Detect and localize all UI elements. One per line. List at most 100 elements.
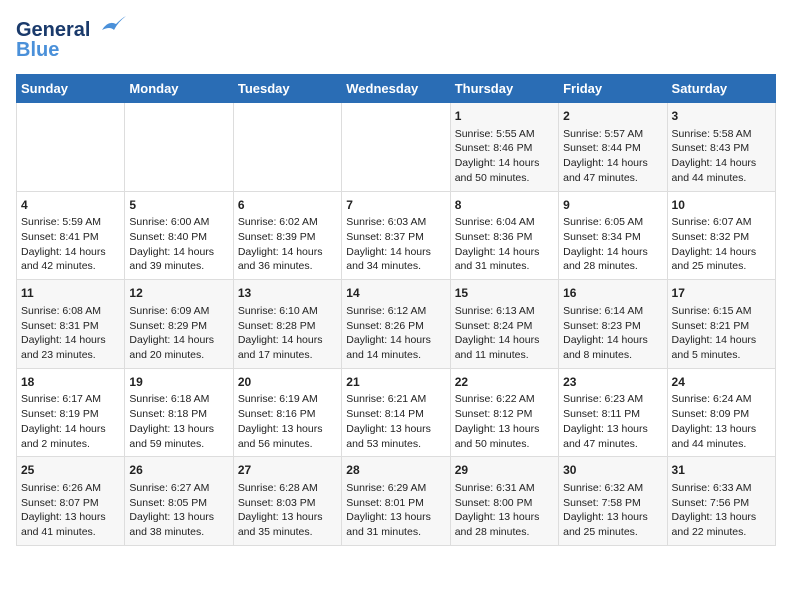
calendar-week-row: 11Sunrise: 6:08 AMSunset: 8:31 PMDayligh… xyxy=(17,280,776,369)
calendar-cell: 16Sunrise: 6:14 AMSunset: 8:23 PMDayligh… xyxy=(559,280,667,369)
day-info-line: Sunset: 8:05 PM xyxy=(129,496,228,511)
calendar-cell: 8Sunrise: 6:04 AMSunset: 8:36 PMDaylight… xyxy=(450,191,558,280)
day-number: 15 xyxy=(455,285,554,302)
day-info-line: Daylight: 14 hours and 34 minutes. xyxy=(346,245,445,274)
calendar-cell: 20Sunrise: 6:19 AMSunset: 8:16 PMDayligh… xyxy=(233,368,341,457)
calendar-cell: 12Sunrise: 6:09 AMSunset: 8:29 PMDayligh… xyxy=(125,280,233,369)
day-number: 28 xyxy=(346,462,445,479)
day-number: 18 xyxy=(21,374,120,391)
day-number: 12 xyxy=(129,285,228,302)
calendar-cell: 7Sunrise: 6:03 AMSunset: 8:37 PMDaylight… xyxy=(342,191,450,280)
day-number: 30 xyxy=(563,462,662,479)
day-info-line: Daylight: 13 hours and 38 minutes. xyxy=(129,510,228,539)
calendar-cell: 13Sunrise: 6:10 AMSunset: 8:28 PMDayligh… xyxy=(233,280,341,369)
day-number: 3 xyxy=(672,108,771,125)
day-info-line: Sunset: 8:31 PM xyxy=(21,319,120,334)
day-info-line: Sunset: 8:28 PM xyxy=(238,319,337,334)
day-info-line: Sunset: 8:44 PM xyxy=(563,141,662,156)
day-info-line: Sunrise: 6:13 AM xyxy=(455,304,554,319)
day-number: 6 xyxy=(238,197,337,214)
day-info-line: Sunrise: 6:04 AM xyxy=(455,215,554,230)
calendar-cell: 4Sunrise: 5:59 AMSunset: 8:41 PMDaylight… xyxy=(17,191,125,280)
calendar-week-row: 25Sunrise: 6:26 AMSunset: 8:07 PMDayligh… xyxy=(17,457,776,546)
calendar-cell: 2Sunrise: 5:57 AMSunset: 8:44 PMDaylight… xyxy=(559,103,667,192)
calendar-cell: 25Sunrise: 6:26 AMSunset: 8:07 PMDayligh… xyxy=(17,457,125,546)
day-info-line: Sunrise: 6:33 AM xyxy=(672,481,771,496)
day-info-line: Sunrise: 6:19 AM xyxy=(238,392,337,407)
day-info-line: Daylight: 14 hours and 42 minutes. xyxy=(21,245,120,274)
day-number: 14 xyxy=(346,285,445,302)
logo: General Blue xyxy=(16,16,126,62)
calendar-cell: 29Sunrise: 6:31 AMSunset: 8:00 PMDayligh… xyxy=(450,457,558,546)
day-info-line: Sunset: 8:03 PM xyxy=(238,496,337,511)
day-info-line: Sunrise: 6:23 AM xyxy=(563,392,662,407)
calendar-cell: 19Sunrise: 6:18 AMSunset: 8:18 PMDayligh… xyxy=(125,368,233,457)
day-info-line: Sunrise: 6:12 AM xyxy=(346,304,445,319)
calendar-cell: 24Sunrise: 6:24 AMSunset: 8:09 PMDayligh… xyxy=(667,368,775,457)
day-info-line: Sunset: 8:40 PM xyxy=(129,230,228,245)
day-info-line: Daylight: 14 hours and 17 minutes. xyxy=(238,333,337,362)
day-number: 24 xyxy=(672,374,771,391)
day-info-line: Sunset: 8:18 PM xyxy=(129,407,228,422)
day-info-line: Sunset: 8:43 PM xyxy=(672,141,771,156)
day-info-line: Sunset: 8:37 PM xyxy=(346,230,445,245)
day-info-line: Sunset: 8:39 PM xyxy=(238,230,337,245)
day-info-line: Daylight: 13 hours and 44 minutes. xyxy=(672,422,771,451)
day-info-line: Sunrise: 6:31 AM xyxy=(455,481,554,496)
day-info-line: Daylight: 14 hours and 31 minutes. xyxy=(455,245,554,274)
day-info-line: Daylight: 13 hours and 59 minutes. xyxy=(129,422,228,451)
calendar-cell: 31Sunrise: 6:33 AMSunset: 7:56 PMDayligh… xyxy=(667,457,775,546)
calendar-cell xyxy=(125,103,233,192)
calendar-cell: 23Sunrise: 6:23 AMSunset: 8:11 PMDayligh… xyxy=(559,368,667,457)
day-info-line: Sunset: 8:24 PM xyxy=(455,319,554,334)
day-number: 5 xyxy=(129,197,228,214)
calendar-cell: 22Sunrise: 6:22 AMSunset: 8:12 PMDayligh… xyxy=(450,368,558,457)
day-header-thursday: Thursday xyxy=(450,75,558,103)
day-info-line: Sunrise: 6:02 AM xyxy=(238,215,337,230)
day-header-tuesday: Tuesday xyxy=(233,75,341,103)
day-info-line: Sunrise: 6:22 AM xyxy=(455,392,554,407)
calendar-cell: 21Sunrise: 6:21 AMSunset: 8:14 PMDayligh… xyxy=(342,368,450,457)
day-number: 9 xyxy=(563,197,662,214)
day-number: 1 xyxy=(455,108,554,125)
logo-general: General xyxy=(16,19,90,41)
day-info-line: Sunset: 7:56 PM xyxy=(672,496,771,511)
day-info-line: Sunrise: 6:08 AM xyxy=(21,304,120,319)
day-info-line: Daylight: 13 hours and 50 minutes. xyxy=(455,422,554,451)
day-number: 20 xyxy=(238,374,337,391)
day-number: 17 xyxy=(672,285,771,302)
day-info-line: Sunrise: 6:03 AM xyxy=(346,215,445,230)
day-header-monday: Monday xyxy=(125,75,233,103)
calendar-cell xyxy=(17,103,125,192)
day-info-line: Sunset: 8:14 PM xyxy=(346,407,445,422)
day-info-line: Sunrise: 6:07 AM xyxy=(672,215,771,230)
day-number: 22 xyxy=(455,374,554,391)
day-info-line: Sunrise: 6:18 AM xyxy=(129,392,228,407)
day-info-line: Sunset: 8:46 PM xyxy=(455,141,554,156)
day-info-line: Sunrise: 6:24 AM xyxy=(672,392,771,407)
day-number: 7 xyxy=(346,197,445,214)
day-info-line: Sunset: 8:19 PM xyxy=(21,407,120,422)
calendar-cell: 18Sunrise: 6:17 AMSunset: 8:19 PMDayligh… xyxy=(17,368,125,457)
day-info-line: Sunset: 8:16 PM xyxy=(238,407,337,422)
calendar-cell: 9Sunrise: 6:05 AMSunset: 8:34 PMDaylight… xyxy=(559,191,667,280)
day-info-line: Daylight: 14 hours and 11 minutes. xyxy=(455,333,554,362)
day-number: 25 xyxy=(21,462,120,479)
day-number: 29 xyxy=(455,462,554,479)
day-header-friday: Friday xyxy=(559,75,667,103)
day-number: 21 xyxy=(346,374,445,391)
day-info-line: Daylight: 14 hours and 8 minutes. xyxy=(563,333,662,362)
day-header-sunday: Sunday xyxy=(17,75,125,103)
calendar-cell xyxy=(342,103,450,192)
day-info-line: Sunrise: 5:55 AM xyxy=(455,127,554,142)
calendar-cell: 11Sunrise: 6:08 AMSunset: 8:31 PMDayligh… xyxy=(17,280,125,369)
day-info-line: Sunrise: 6:14 AM xyxy=(563,304,662,319)
day-info-line: Sunrise: 6:17 AM xyxy=(21,392,120,407)
day-info-line: Daylight: 14 hours and 50 minutes. xyxy=(455,156,554,185)
day-number: 23 xyxy=(563,374,662,391)
day-info-line: Daylight: 13 hours and 25 minutes. xyxy=(563,510,662,539)
day-number: 26 xyxy=(129,462,228,479)
day-number: 8 xyxy=(455,197,554,214)
day-info-line: Sunset: 8:11 PM xyxy=(563,407,662,422)
day-info-line: Sunrise: 6:29 AM xyxy=(346,481,445,496)
